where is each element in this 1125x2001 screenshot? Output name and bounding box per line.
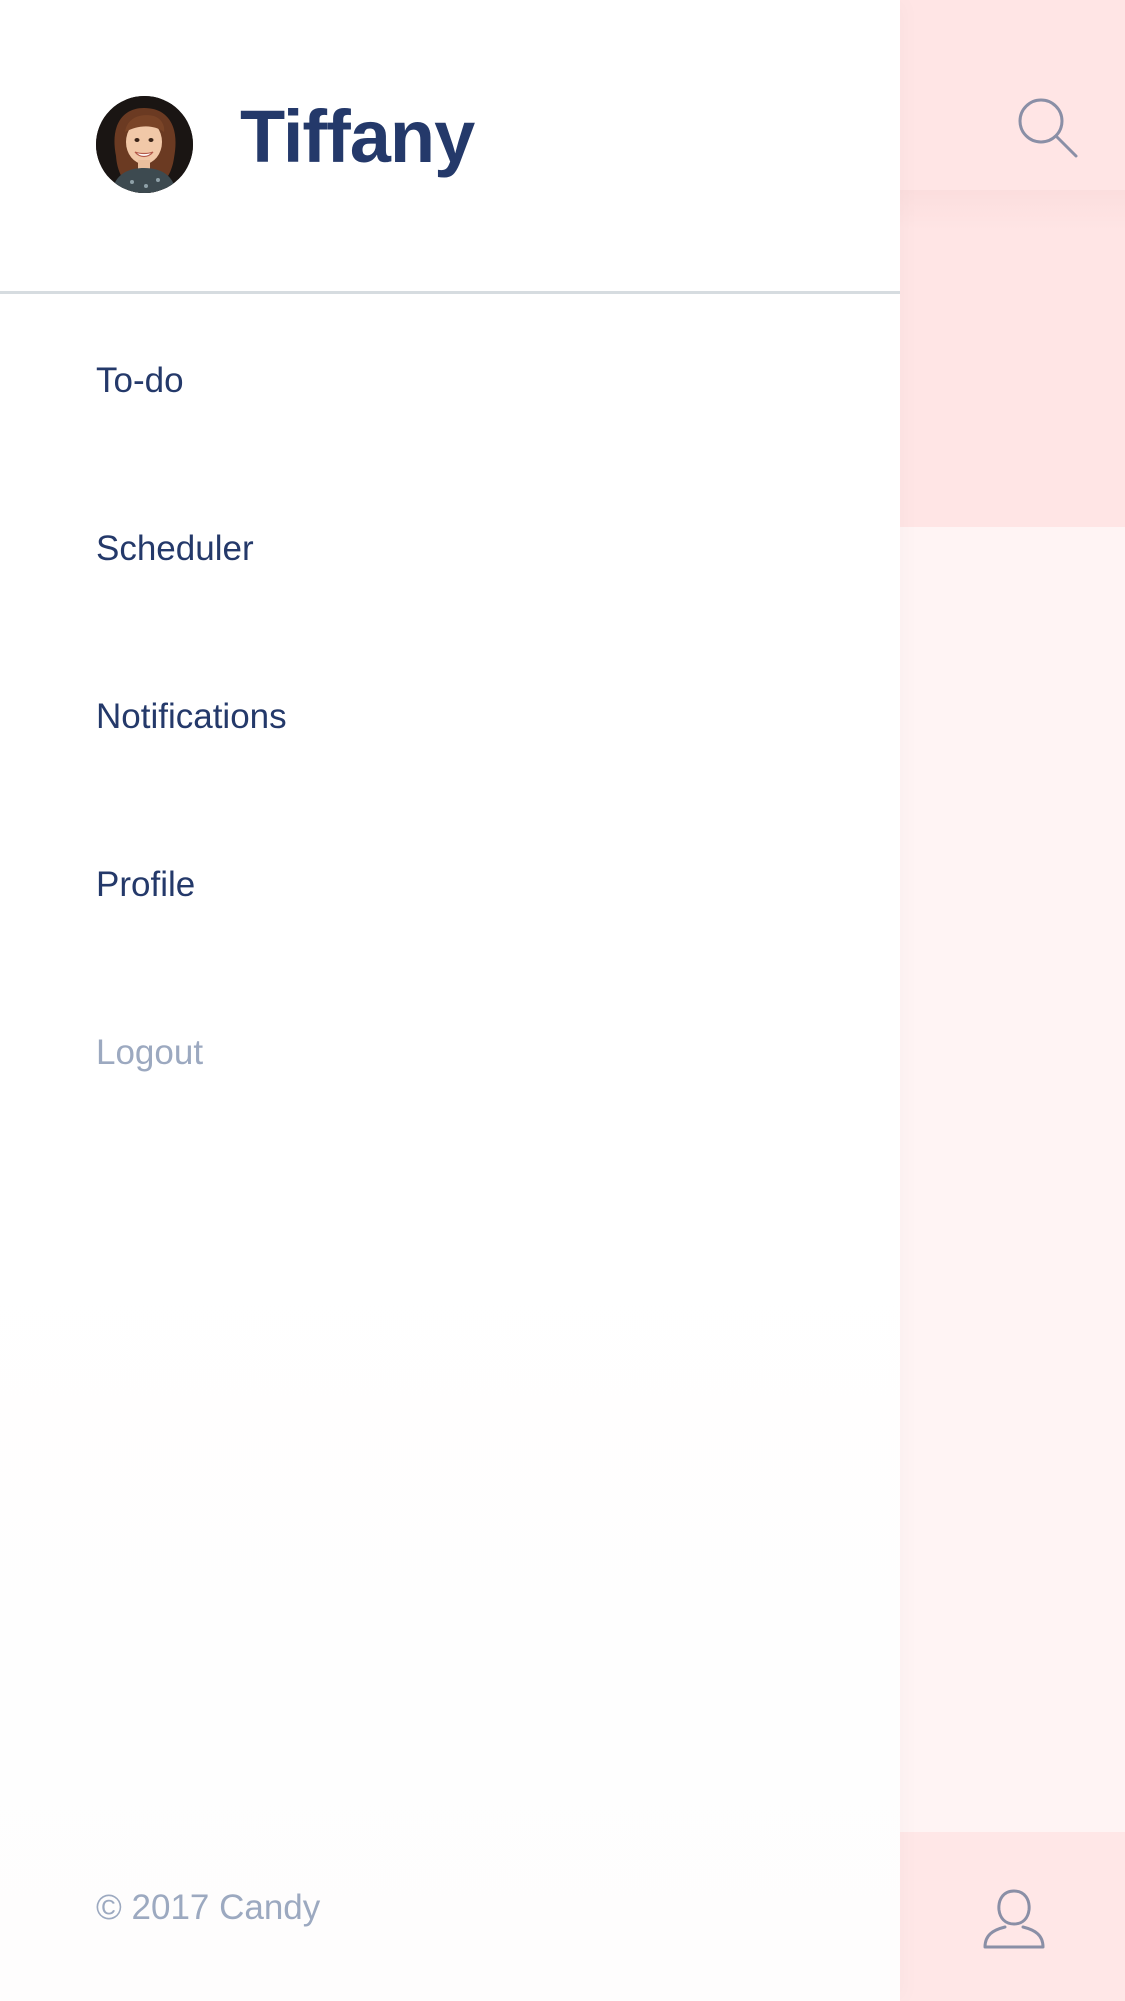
navigation-drawer: Tiffany To-do Scheduler Notifications Pr…	[0, 0, 900, 2001]
menu-item-scheduler[interactable]: Scheduler	[96, 509, 254, 589]
menu-item-profile[interactable]: Profile	[96, 845, 195, 925]
user-icon[interactable]	[981, 1885, 1047, 1951]
menu-item-notifications[interactable]: Notifications	[96, 677, 287, 757]
background-header	[900, 0, 1125, 527]
profile-header: Tiffany	[0, 0, 900, 294]
background-header-shadow	[900, 190, 1125, 230]
footer-copyright: © 2017 Candy	[96, 1888, 321, 1927]
search-icon[interactable]	[1015, 95, 1079, 159]
avatar-photo-icon	[96, 96, 193, 193]
menu-item-todo[interactable]: To-do	[96, 341, 184, 421]
menu-item-logout[interactable]: Logout	[96, 1013, 203, 1093]
user-name: Tiffany	[240, 95, 475, 178]
background-screen	[900, 0, 1125, 2001]
avatar[interactable]	[96, 96, 193, 193]
